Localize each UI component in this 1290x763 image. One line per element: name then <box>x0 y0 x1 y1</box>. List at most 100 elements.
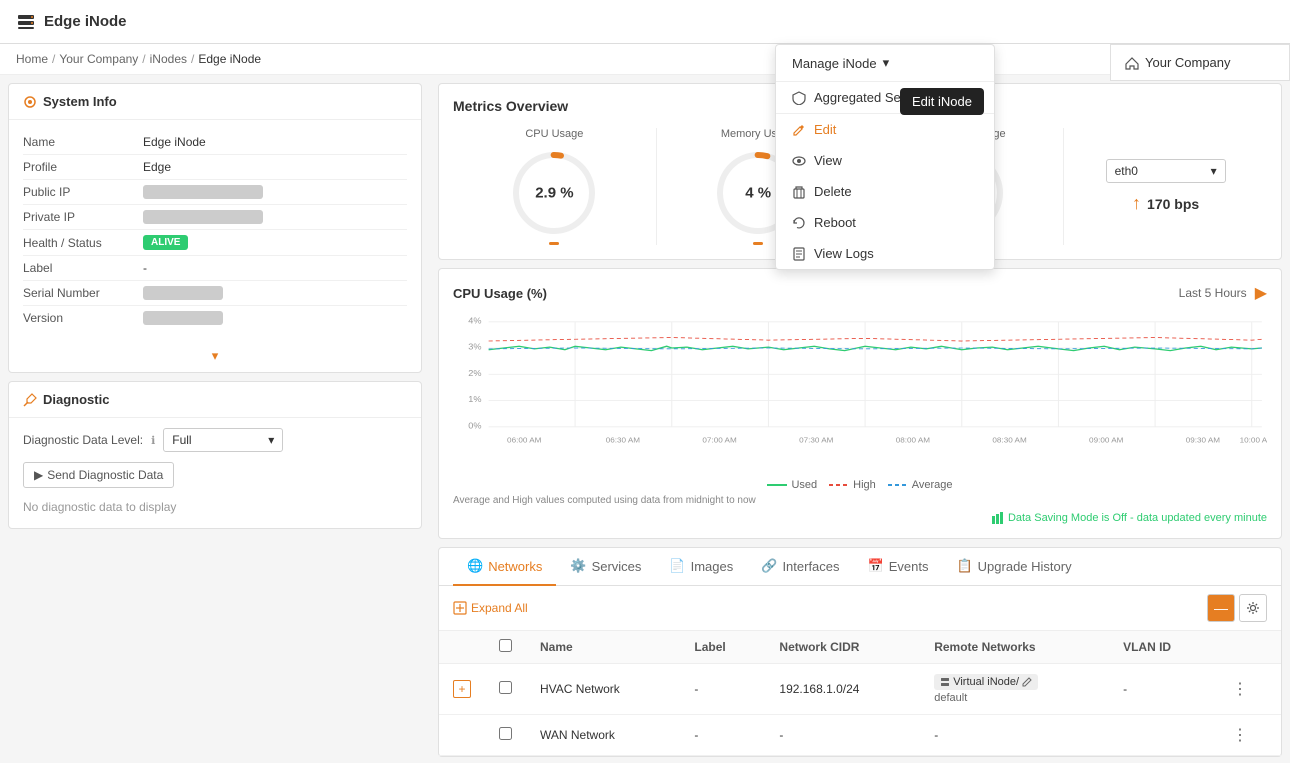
send-diagnostic-button[interactable]: ▶ Send Diagnostic Data <box>23 462 174 488</box>
row-expand-col-2 <box>439 715 485 756</box>
svg-text:07:30 AM: 07:30 AM <box>799 436 833 444</box>
system-info-grid: Name Edge iNode Profile Edge Public IP P… <box>9 120 421 340</box>
system-info-title: System Info <box>43 94 117 109</box>
expand-all-button[interactable]: Expand All <box>453 601 528 615</box>
system-info-expand[interactable]: ▾ <box>9 340 421 372</box>
table-row: + HVAC Network - 192.168.1.0/24 <box>439 664 1281 715</box>
dropdown-view-label: View <box>814 153 842 168</box>
dropdown-reboot[interactable]: Reboot <box>776 207 994 238</box>
tab-services-label: Services <box>592 559 642 574</box>
chart-footer: Average and High values computed using d… <box>453 495 1267 506</box>
row-checkbox-col <box>485 664 526 715</box>
tabs-section: 🌐 Networks ⚙️ Services 📄 Images 🔗 Interf… <box>438 547 1282 757</box>
row-vlan-2 <box>1109 715 1218 756</box>
cpu-gauge: CPU Usage 2.9 % <box>453 128 657 245</box>
select-all-checkbox[interactable] <box>499 639 512 652</box>
breadcrumb-company[interactable]: Your Company <box>59 52 138 66</box>
add-network-button[interactable]: — <box>1207 594 1235 622</box>
svg-text:3%: 3% <box>468 342 482 351</box>
networks-tbody: + HVAC Network - 192.168.1.0/24 <box>439 664 1281 756</box>
row-checkbox-2[interactable] <box>499 727 512 740</box>
up-arrow-icon: ↑ <box>1132 193 1141 214</box>
info-value-version <box>143 311 223 325</box>
legend-used-label: Used <box>791 479 817 491</box>
legend-high-label: High <box>853 479 876 491</box>
svg-text:4%: 4% <box>468 316 482 325</box>
action-buttons: — <box>1207 594 1267 622</box>
networks-tab-icon: 🌐 <box>467 558 483 574</box>
dropdown-view-logs[interactable]: View Logs <box>776 238 994 269</box>
legend-average: Average <box>888 479 953 491</box>
expand-all-label: Expand All <box>471 601 528 615</box>
diagnostic-level-select[interactable]: Full ▾ <box>163 428 283 452</box>
tab-upgrade-history[interactable]: 📋 Upgrade History <box>942 548 1085 586</box>
info-label-serial: Serial Number <box>23 286 143 300</box>
status-badge: ALIVE <box>143 235 188 250</box>
home-icon <box>1125 56 1139 70</box>
row-menu-button-2[interactable]: ⋮ <box>1232 727 1248 744</box>
cpu-chart-section: CPU Usage (%) Last 5 Hours ▶ 4% 3% 2% 1%… <box>438 268 1282 539</box>
app-logo: Edge iNode <box>16 12 127 32</box>
tab-services[interactable]: ⚙️ Services <box>556 548 655 586</box>
manage-inode-header[interactable]: Manage iNode ▾ <box>776 45 994 82</box>
svg-text:1%: 1% <box>468 395 482 404</box>
info-label-publicip: Public IP <box>23 185 143 199</box>
svg-text:0%: 0% <box>468 421 482 430</box>
row-checkbox[interactable] <box>499 681 512 694</box>
eye-icon <box>792 154 806 168</box>
data-saving-text: Data Saving Mode is Off - data updated e… <box>1008 512 1267 524</box>
svg-text:07:00 AM: 07:00 AM <box>702 436 736 444</box>
diagnostic-level-label: Diagnostic Data Level: <box>23 433 143 447</box>
row-menu-button[interactable]: ⋮ <box>1232 681 1248 698</box>
dropdown-edit[interactable]: Edit <box>776 114 994 145</box>
info-label-profile: Profile <box>23 160 143 174</box>
interfaces-tab-icon: 🔗 <box>761 558 777 574</box>
breadcrumb-home[interactable]: Home <box>16 52 48 66</box>
row-expand-button[interactable]: + <box>453 680 471 698</box>
row-expand-col: + <box>439 664 485 715</box>
info-label-name: Name <box>23 135 143 149</box>
memory-gauge-value: 4 % <box>745 185 771 202</box>
info-row-label: Label - <box>23 256 407 281</box>
breadcrumb-inodes[interactable]: iNodes <box>150 52 187 66</box>
col-cidr: Network CIDR <box>765 631 920 664</box>
tab-networks[interactable]: 🌐 Networks <box>453 548 556 586</box>
interface-dropdown[interactable]: eth0 ▾ <box>1106 159 1226 183</box>
legend-used: Used <box>767 479 817 491</box>
breadcrumb: Home / Your Company / iNodes / Edge iNod… <box>0 44 1290 75</box>
row-name: HVAC Network <box>526 664 680 715</box>
row-menu-col-2: ⋮ <box>1218 715 1281 756</box>
svg-text:09:00 AM: 09:00 AM <box>1089 436 1123 444</box>
tab-images-label: Images <box>691 559 734 574</box>
info-row-version: Version <box>23 306 407 330</box>
send-icon: ▶ <box>34 468 43 482</box>
reboot-icon <box>792 216 806 230</box>
dropdown-delete[interactable]: Delete <box>776 176 994 207</box>
svg-text:06:30 AM: 06:30 AM <box>606 436 640 444</box>
settings-network-button[interactable] <box>1239 594 1267 622</box>
network-speed: ↑ 170 bps <box>1132 193 1199 214</box>
col-checkbox <box>485 631 526 664</box>
diagnostic-title: Diagnostic <box>43 392 109 407</box>
tab-interfaces[interactable]: 🔗 Interfaces <box>747 548 853 586</box>
tab-images[interactable]: 📄 Images <box>655 548 747 586</box>
cpu-gauge-value: 2.9 % <box>535 185 573 202</box>
dropdown-view[interactable]: View <box>776 145 994 176</box>
breadcrumb-current: Edge iNode <box>198 52 261 66</box>
info-label-label: Label <box>23 261 143 275</box>
info-icon: ℹ <box>151 434 155 447</box>
chart-next-icon[interactable]: ▶ <box>1255 283 1267 303</box>
row-label: - <box>680 664 765 715</box>
info-row-name: Name Edge iNode <box>23 130 407 155</box>
edit-inode-tooltip: Edit iNode <box>900 88 984 115</box>
edit-icon <box>792 123 806 137</box>
manage-inode-chevron: ▾ <box>883 55 890 71</box>
cpu-indicator <box>549 242 559 245</box>
tab-events-label: Events <box>889 559 929 574</box>
networks-toolbar: Expand All — <box>439 586 1281 631</box>
edit-tooltip-text: Edit iNode <box>912 94 972 109</box>
select-chevron-icon: ▾ <box>268 433 274 447</box>
tab-events[interactable]: 📅 Events <box>854 548 943 586</box>
svg-text:08:30 AM: 08:30 AM <box>992 436 1026 444</box>
row-menu-col: ⋮ <box>1218 664 1281 715</box>
